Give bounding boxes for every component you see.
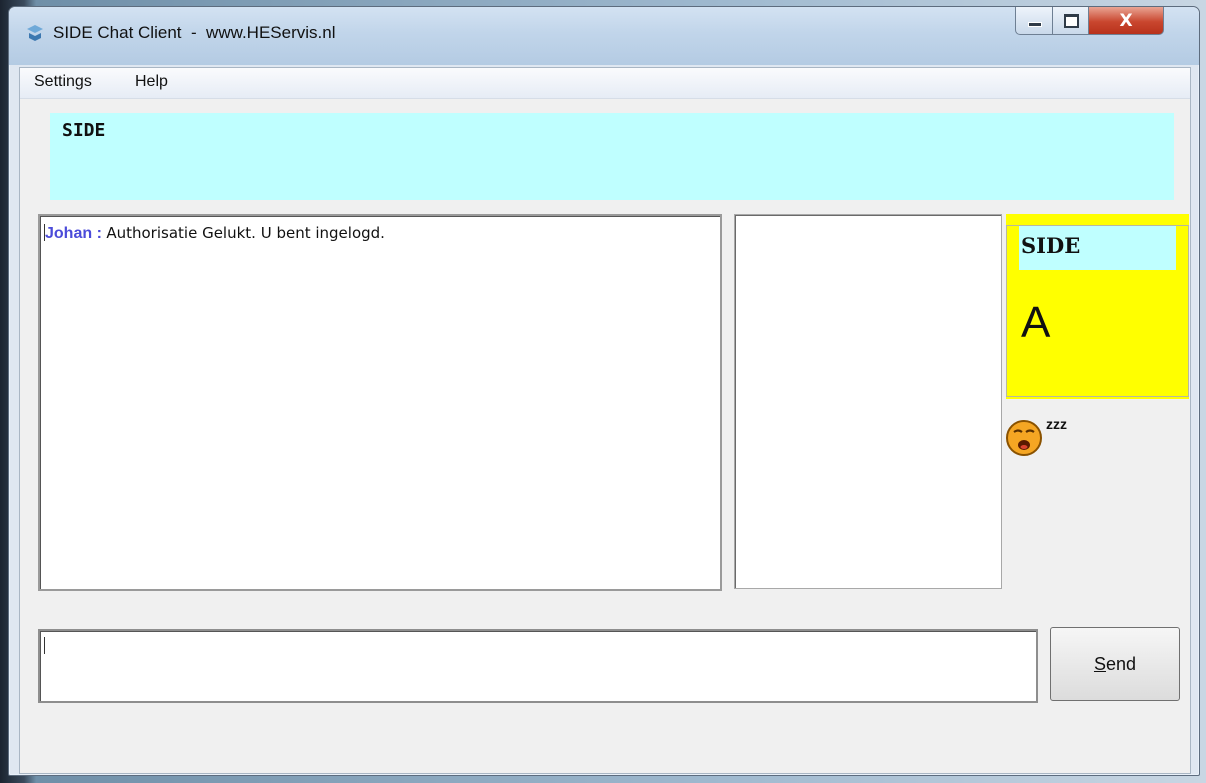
client-area: Settings Help SIDE Johan : Authorisatie … [19,67,1191,774]
header-panel: SIDE [50,113,1174,200]
send-button-mnemonic: S [1093,653,1106,674]
close-icon: X [1119,10,1133,31]
user-status-card: SIDE A [1006,214,1189,399]
menu-bar: Settings Help [20,68,1190,99]
title-bar[interactable]: SIDE Chat Client - www.HEServis.nl X [9,7,1199,65]
chat-message-user: Johan [45,225,93,242]
chat-log[interactable]: Johan : Authorisatie Gelukt. U bent inge… [38,214,722,591]
send-button[interactable]: Send [1050,627,1180,701]
maximize-button[interactable] [1052,7,1090,35]
close-button[interactable]: X [1088,7,1164,35]
send-button-label: end [1105,653,1137,674]
chat-message: Johan : Authorisatie Gelukt. U bent inge… [44,224,385,243]
minimize-icon [1027,22,1042,27]
user-list[interactable] [734,214,1002,589]
chat-message-separator: : [92,225,107,242]
status-letter: A [1021,298,1051,347]
window-title: SIDE Chat Client - www.HEServis.nl [53,23,336,42]
status-name-box: SIDE [1019,226,1176,270]
status-card-frame: SIDE A [1006,225,1189,397]
input-caret [44,637,45,654]
minimize-button[interactable] [1015,7,1054,35]
chat-client-window: SIDE Chat Client - www.HEServis.nl X Set… [8,6,1200,776]
menu-settings[interactable]: Settings [34,73,92,91]
chat-message-text: Authorisatie Gelukt. U bent ingelogd. [106,224,385,242]
app-icon [25,23,45,43]
header-title: SIDE [62,120,106,141]
sleep-status-text: zzz [1046,416,1067,432]
maximize-icon [1063,13,1079,28]
message-input[interactable] [38,629,1038,703]
menu-help[interactable]: Help [135,73,168,91]
status-name: SIDE [1021,233,1081,258]
